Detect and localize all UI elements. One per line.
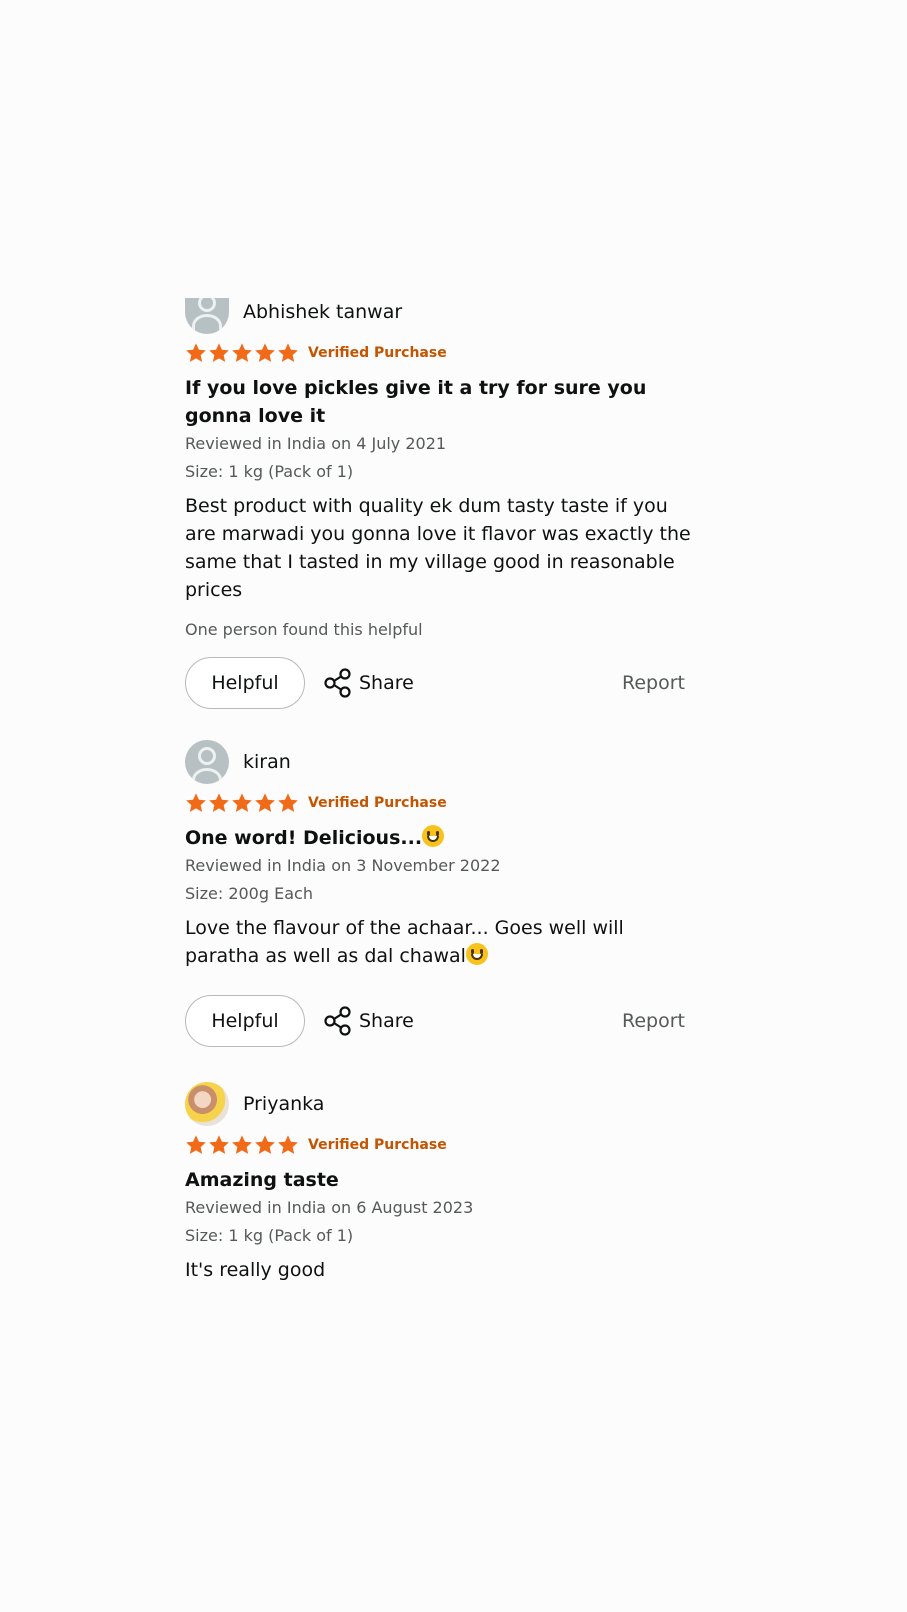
review-date: Reviewed in India on 6 August 2023 <box>185 1198 474 1217</box>
verified-purchase-badge: Verified Purchase <box>308 345 447 361</box>
review-body: It's really good <box>185 1259 326 1281</box>
review-card: Priyanka Verified Purchase Amazing taste… <box>185 1082 695 1284</box>
rating-row: Verified Purchase <box>185 790 695 816</box>
rating-row: Verified Purchase <box>185 340 695 366</box>
review-body: Best product with quality ek dum tasty t… <box>185 495 691 601</box>
reviewer-profile[interactable]: Abhishek tanwar <box>185 290 695 334</box>
reviewer-name: Priyanka <box>243 1093 325 1115</box>
report-link[interactable]: Report <box>622 672 685 694</box>
review-size: Size: 1 kg (Pack of 1) <box>185 1226 354 1245</box>
review-title[interactable]: One word! Delicious... <box>185 824 695 852</box>
star-icon <box>209 343 229 362</box>
star-icon <box>232 343 252 362</box>
share-label: Share <box>359 1010 414 1032</box>
star-icon <box>209 793 229 812</box>
share-button[interactable]: Share <box>323 1006 414 1036</box>
review-size: Size: 200g Each <box>185 884 313 903</box>
helpful-button[interactable]: Helpful <box>185 995 305 1047</box>
reviewer-name: Abhishek tanwar <box>243 301 403 323</box>
rating-row: Verified Purchase <box>185 1132 695 1158</box>
star-icon <box>278 1135 298 1154</box>
review-card: kiran Verified Purchase One word! Delici… <box>185 740 695 1048</box>
review-date: Reviewed in India on 4 July 2021 <box>185 434 447 453</box>
smiley-emoji-icon <box>465 943 488 965</box>
star-icon <box>186 793 206 812</box>
helpful-button[interactable]: Helpful <box>185 657 305 709</box>
reviewer-name: kiran <box>243 751 291 773</box>
verified-purchase-badge: Verified Purchase <box>308 795 447 811</box>
default-avatar-icon <box>185 298 229 334</box>
share-label: Share <box>359 672 414 694</box>
star-rating <box>185 342 300 364</box>
review-actions: Helpful Share Report <box>185 994 695 1048</box>
star-icon <box>278 343 298 362</box>
star-icon <box>255 343 275 362</box>
share-icon <box>324 668 351 698</box>
default-avatar-icon <box>185 740 229 784</box>
star-icon <box>232 1135 252 1154</box>
star-icon <box>209 1135 229 1154</box>
smiley-emoji-icon <box>422 825 445 847</box>
star-rating <box>185 1134 300 1156</box>
review-card: Abhishek tanwar Verified Purchase If you… <box>185 290 695 710</box>
reviewer-profile[interactable]: Priyanka <box>185 1082 695 1126</box>
star-icon <box>255 793 275 812</box>
verified-purchase-badge: Verified Purchase <box>308 1137 447 1153</box>
review-actions: Helpful Share Report <box>185 656 695 710</box>
helpful-count: One person found this helpful <box>185 620 423 639</box>
report-link[interactable]: Report <box>622 1010 685 1032</box>
review-date: Reviewed in India on 3 November 2022 <box>185 856 501 875</box>
review-size: Size: 1 kg (Pack of 1) <box>185 462 354 481</box>
review-body: Love the flavour of the achaar... Goes w… <box>185 917 624 967</box>
share-icon <box>324 1006 351 1036</box>
star-icon <box>255 1135 275 1154</box>
photo-avatar <box>185 1082 229 1126</box>
star-icon <box>278 793 298 812</box>
star-icon <box>186 343 206 362</box>
review-title[interactable]: Amazing taste <box>185 1166 695 1194</box>
star-rating <box>185 792 300 814</box>
star-icon <box>186 1135 206 1154</box>
review-title[interactable]: If you love pickles give it a try for su… <box>185 374 695 430</box>
star-icon <box>232 793 252 812</box>
reviewer-profile[interactable]: kiran <box>185 740 695 784</box>
share-button[interactable]: Share <box>323 668 414 698</box>
